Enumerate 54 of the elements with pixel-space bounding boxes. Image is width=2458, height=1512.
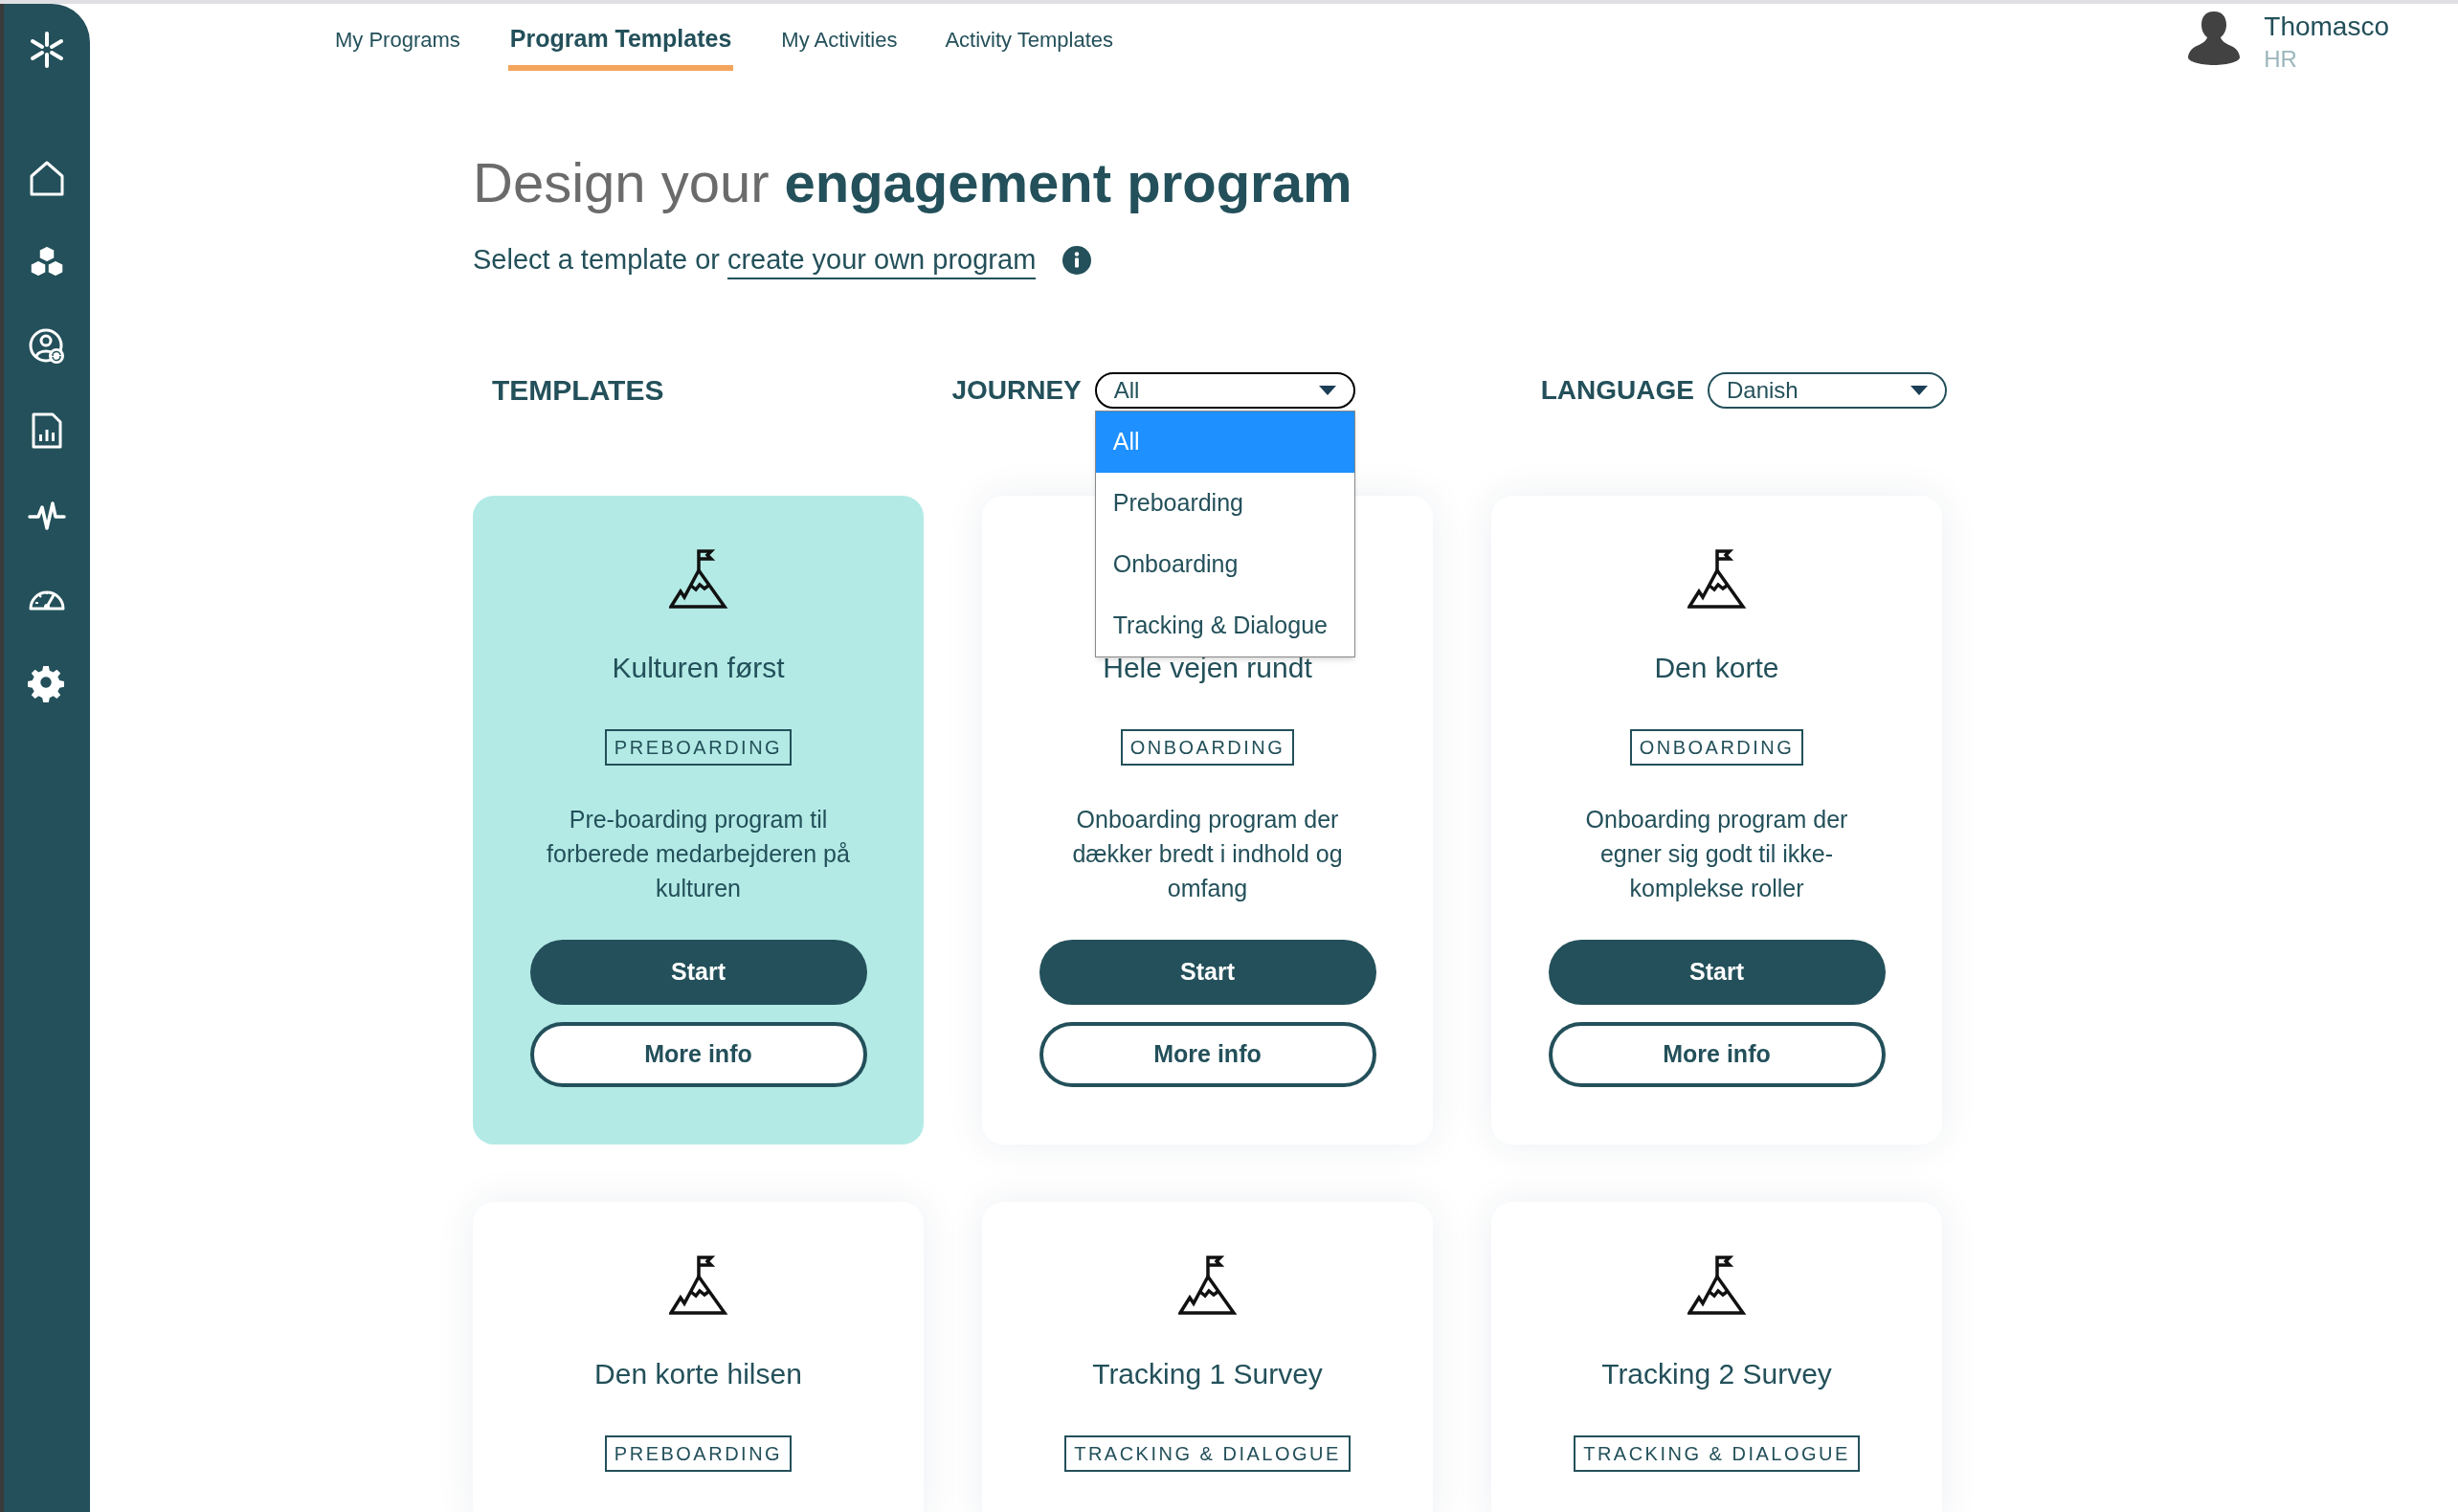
card-title: Den korte — [1654, 650, 1779, 685]
journey-tag: PREBOARDING — [604, 728, 793, 766]
journey-tag: PREBOARDING — [604, 1434, 793, 1472]
subtitle-text: Select a template or — [473, 243, 720, 277]
mountain-flag-icon — [668, 1255, 728, 1315]
user-name: Thomasco — [2264, 11, 2389, 43]
more-info-button[interactable]: More info — [1039, 1021, 1376, 1087]
template-card[interactable]: Tracking 2 Survey TRACKING & DIALOGUE — [1491, 1201, 1942, 1512]
caret-icon — [1318, 385, 1336, 395]
nav-tab[interactable]: Program Templates — [507, 21, 734, 71]
templates-heading: TEMPLATES — [492, 373, 665, 408]
template-card[interactable]: Kulturen først PREBOARDING Pre-boarding program til forberede medarbejderen på kulturen Start More info — [473, 495, 924, 1145]
card-description: Pre-boarding program til forberede medarbejderen på kulturen — [546, 804, 851, 903]
start-button[interactable]: Start — [1548, 939, 1886, 1005]
card-title: Tracking 2 Survey — [1601, 1356, 1832, 1391]
home-icon[interactable] — [28, 159, 66, 197]
nav-tab[interactable]: Activity Templates — [945, 21, 1114, 65]
language-select[interactable]: Danish — [1708, 371, 1947, 409]
card-title: Den korte hilsen — [594, 1356, 802, 1391]
more-info-button[interactable]: More info — [1548, 1021, 1886, 1087]
nav-tab[interactable]: My Programs — [335, 21, 460, 65]
card-title: Kulturen først — [612, 650, 785, 685]
journey-tag: ONBOARDING — [1629, 728, 1804, 766]
language-label: LANGUAGE — [1540, 373, 1694, 407]
template-card[interactable]: Den korte hilsen PREBOARDING — [473, 1201, 924, 1512]
info-icon — [1062, 245, 1092, 275]
card-description: Onboarding program der egner sig godt til ikke-komplekse roller — [1584, 804, 1849, 903]
asterisk-logo-icon[interactable] — [28, 31, 66, 69]
mountain-flag-icon — [1687, 548, 1747, 609]
template-card[interactable]: Tracking 1 Survey TRACKING & DIALOGUE — [982, 1201, 1433, 1512]
mountain-flag-icon — [668, 548, 728, 609]
nav-tab[interactable]: My Activities — [781, 21, 898, 65]
start-button[interactable]: Start — [529, 939, 867, 1005]
card-title: Tracking 1 Survey — [1092, 1356, 1323, 1391]
journey-tag: ONBOARDING — [1120, 728, 1295, 766]
user-role: HR — [2264, 45, 2298, 74]
avatar-silhouette-icon — [2187, 10, 2242, 67]
mountain-flag-icon — [1177, 1255, 1238, 1315]
journey-tag: TRACKING & DIALOGUE — [1574, 1434, 1860, 1472]
caret-icon — [1911, 385, 1928, 395]
mountain-flag-icon — [1687, 1255, 1747, 1315]
template-card[interactable]: Den korte ONBOARDING Onboarding program der egner sig godt til ikke-komplekse roller Start More info — [1491, 495, 1942, 1145]
journey-label: JOURNEY — [951, 373, 1082, 407]
page-heading-bold: engagement program — [784, 150, 1352, 215]
dropdown-option[interactable]: Onboarding — [1095, 533, 1354, 595]
card-description: Onboarding program der dækker bredt i indhold og omfang — [1071, 804, 1344, 903]
user-sync-icon[interactable] — [28, 327, 66, 366]
more-info-button[interactable]: More info — [529, 1021, 867, 1087]
create-program-link[interactable]: create your own program — [726, 240, 1037, 279]
page-heading-light: Design your — [473, 150, 770, 215]
settings-icon[interactable] — [28, 664, 66, 702]
journey-tag: TRACKING & DIALOGUE — [1064, 1434, 1351, 1472]
start-button[interactable]: Start — [1039, 939, 1376, 1005]
journey-select[interactable]: All — [1094, 371, 1355, 409]
